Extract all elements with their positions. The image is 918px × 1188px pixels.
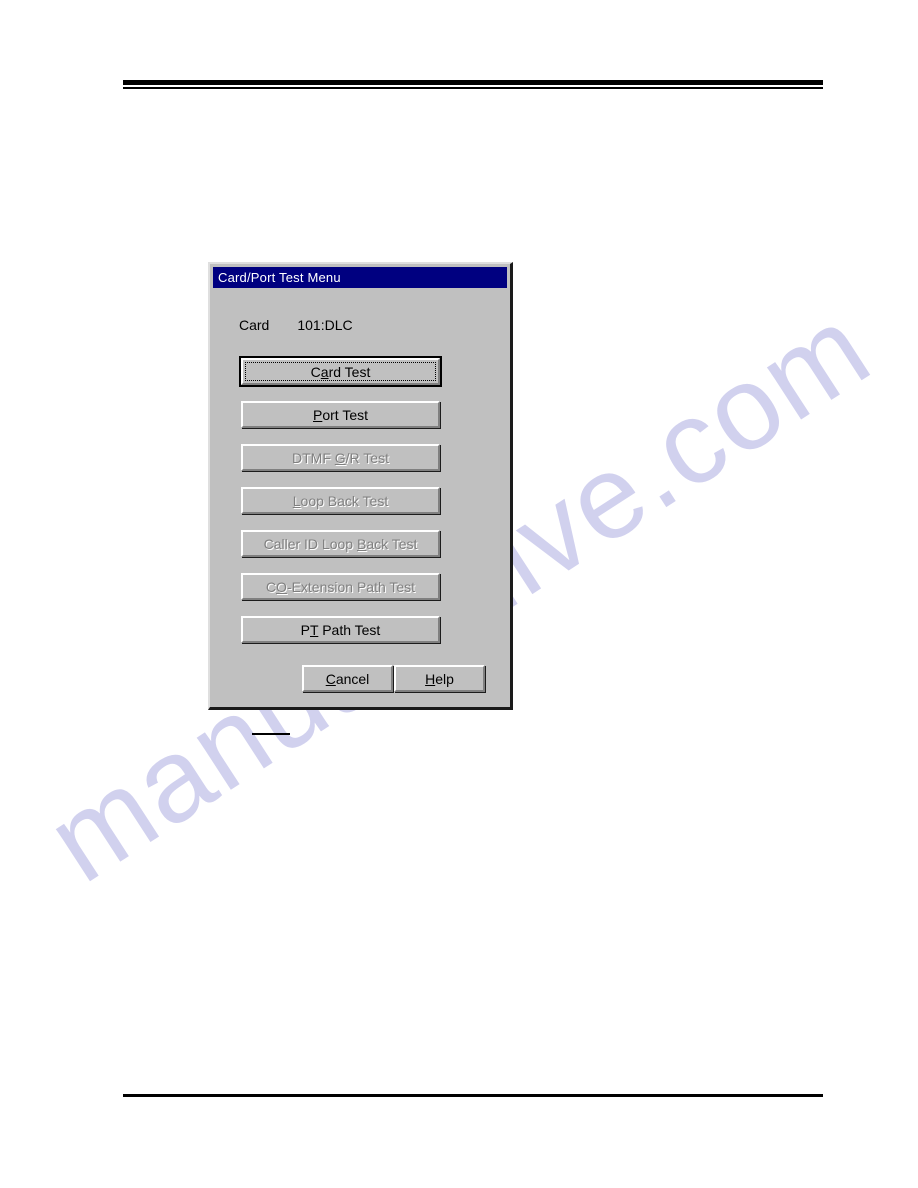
dialog-titlebar: Card/Port Test Menu xyxy=(213,267,507,288)
button-label: Card Test xyxy=(310,363,371,380)
mnemonic-letter: G xyxy=(334,449,346,466)
button-label: PT Path Test xyxy=(300,621,381,638)
manual-page: manualshive.com Card/Port Test Menu Card… xyxy=(0,0,918,1188)
button-loop-back-test: Loop Back Test xyxy=(241,487,440,514)
mnemonic-letter: C xyxy=(325,670,336,687)
button-label: CO-Extension Path Test xyxy=(265,578,416,595)
mnemonic-letter: a xyxy=(320,363,329,380)
card-field: Card 101:DLC xyxy=(239,317,353,333)
button-label: Cancel xyxy=(325,670,370,687)
mnemonic-letter: H xyxy=(425,670,436,687)
button-card-test[interactable]: Card Test xyxy=(239,356,442,387)
button-label: Help xyxy=(425,670,454,687)
button-cancel[interactable]: Cancel xyxy=(302,665,393,692)
footer-rule xyxy=(123,1094,823,1097)
mnemonic-letter: P xyxy=(313,406,323,423)
button-co-extension-path-test: CO-Extension Path Test xyxy=(241,573,440,600)
mnemonic-letter: L xyxy=(292,492,301,509)
button-caller-id-loop-back-test: Caller ID Loop Back Test xyxy=(241,530,440,557)
button-dtmf-gr-test: DTMF G/R Test xyxy=(241,444,440,471)
card-port-test-dialog: Card/Port Test Menu Card 101:DLC Card Tes… xyxy=(208,262,513,710)
button-port-test[interactable]: Port Test xyxy=(241,401,440,428)
dialog-title: Card/Port Test Menu xyxy=(218,270,341,285)
button-help[interactable]: Help xyxy=(394,665,485,692)
card-field-value: 101:DLC xyxy=(297,317,353,333)
button-label: Caller ID Loop Back Test xyxy=(263,535,418,552)
mnemonic-letter: T xyxy=(310,621,319,638)
header-rule xyxy=(123,80,823,89)
header-rule-thin xyxy=(123,87,823,89)
button-pt-path-test[interactable]: PT Path Test xyxy=(241,616,440,643)
mnemonic-letter: O xyxy=(276,578,287,595)
button-label: Port Test xyxy=(313,406,368,423)
button-label: DTMF G/R Test xyxy=(292,449,389,466)
button-label: Loop Back Test xyxy=(292,492,389,509)
mnemonic-letter: B xyxy=(356,535,367,552)
card-field-label: Card xyxy=(239,317,270,333)
figure-caption-rule xyxy=(252,733,290,735)
